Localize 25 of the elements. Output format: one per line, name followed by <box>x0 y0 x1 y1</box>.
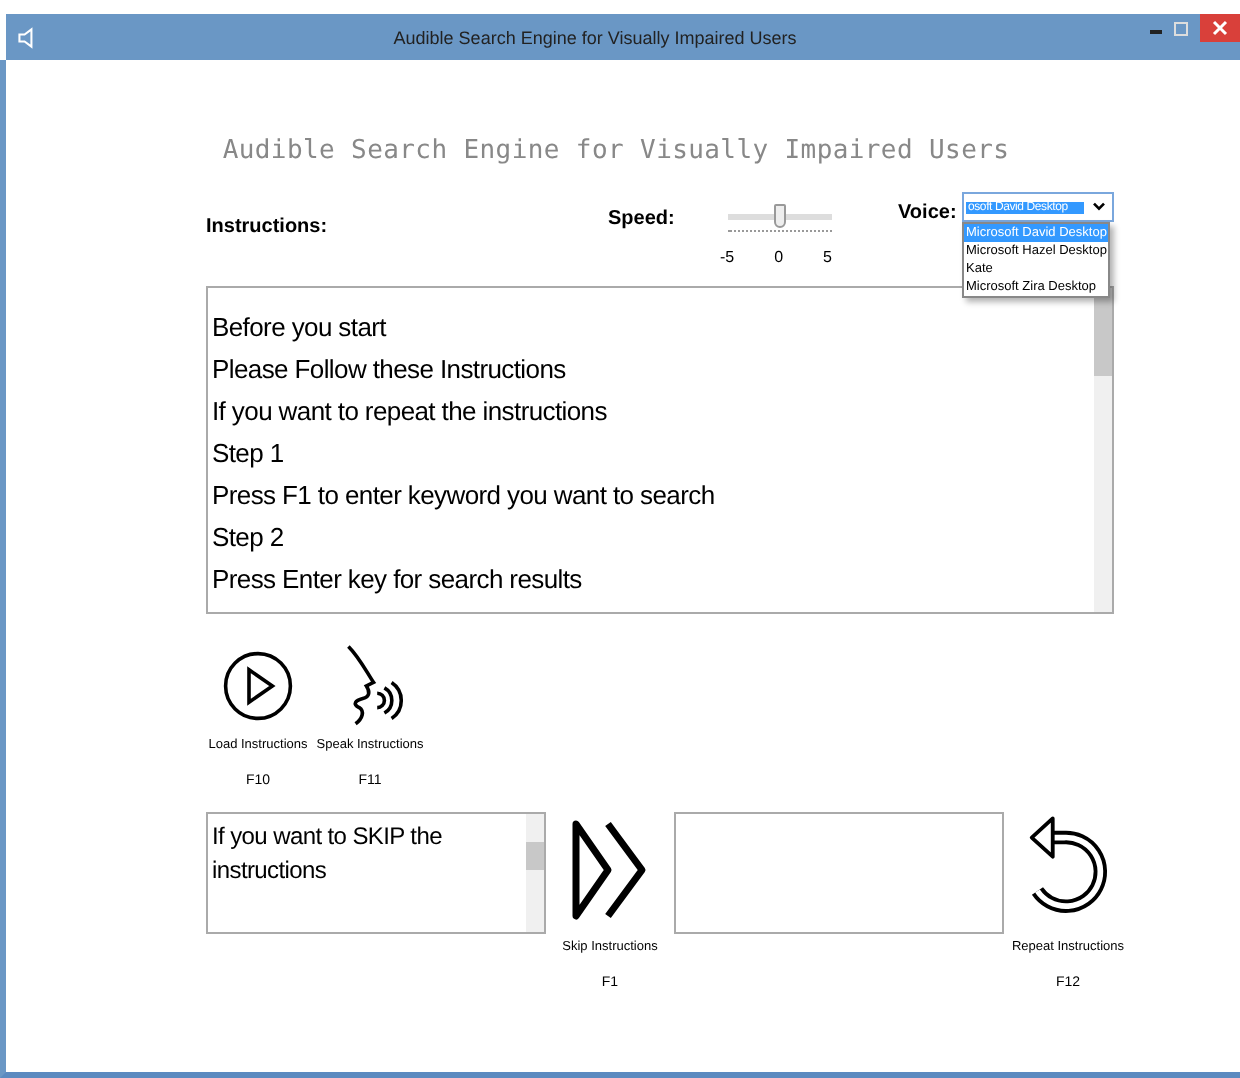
speed-label: Speed: <box>608 206 677 230</box>
scrollbar[interactable] <box>526 814 544 932</box>
close-button[interactable] <box>1200 14 1240 42</box>
tick-label: -5 <box>720 248 735 266</box>
app-heading: Audible Search Engine for Visually Impaired Users <box>220 136 1012 166</box>
instruction-line: Step 2 <box>212 520 286 556</box>
speed-slider[interactable] <box>722 204 838 228</box>
instruction-line: Press F1 to enter keyword you want to search <box>212 478 717 514</box>
voice-label: Voice: <box>898 202 959 224</box>
slider-thumb[interactable] <box>774 204 786 228</box>
scrollbar[interactable] <box>1094 288 1112 612</box>
tick-label: 5 <box>823 248 832 266</box>
instruction-line: Step 1 <box>212 436 286 472</box>
tick-label: 0 <box>774 248 784 266</box>
caret-icon[interactable] <box>1092 202 1106 212</box>
text-field[interactable] <box>674 812 1004 934</box>
instruction-line: If you want to repeat the instructions <box>212 394 609 430</box>
maximize-button[interactable] <box>1174 21 1188 35</box>
instructions-label: Instructions: <box>206 214 330 238</box>
instruction-line: Before you start <box>212 310 389 346</box>
instruction-line: Press Enter key for search results <box>212 562 584 598</box>
window-title: Audible Search Engine for Visually Impaired Users <box>391 27 799 47</box>
skip-text-area[interactable]: If you want to SKIP the instructions <box>206 812 546 934</box>
instruction-line: Please Follow these Instructions <box>212 352 568 388</box>
tick-marks <box>728 230 832 236</box>
